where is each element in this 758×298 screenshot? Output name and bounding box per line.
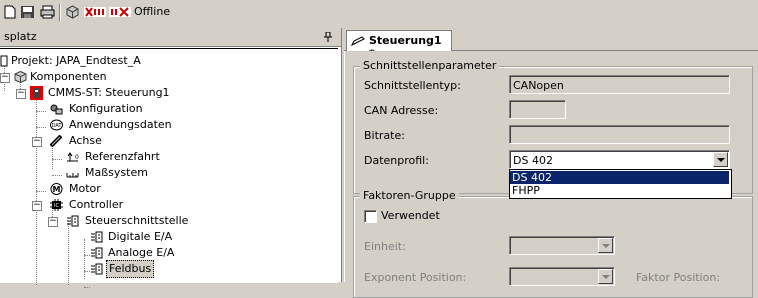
- tree-item-label: Controller: [69, 198, 124, 211]
- measurement-icon: [66, 173, 79, 178]
- tree-item-label: Anwendungsdaten: [69, 118, 172, 131]
- network-offline-icon[interactable]: [109, 5, 131, 19]
- project-icon: [0, 55, 8, 67]
- chevron-down-icon: [602, 275, 610, 279]
- cube-icon: [14, 71, 27, 83]
- tree-item-label: Projekt: JAPA_Endtest_A: [11, 54, 141, 67]
- interface-icon: [91, 231, 103, 243]
- group-title: Faktoren-Gruppe: [360, 189, 459, 202]
- tree-item-achse[interactable]: − Achse: [0, 133, 300, 149]
- tree-item-referenzfahrt[interactable]: 0 Referenzfahrt: [0, 149, 300, 165]
- faktor-position-label: Faktor Position:: [636, 271, 721, 284]
- tree-item-label-selected: Feldbus: [106, 260, 155, 278]
- editor-body: Schnittstellenparameter Schnittstellenty…: [344, 51, 758, 298]
- tree-item-label: Maßsystem: [85, 166, 148, 179]
- can-adresse-field: [509, 100, 566, 119]
- tree-item-cmms[interactable]: − CMMS-ST: Steuerung1: [0, 85, 300, 101]
- tree-item-label: Referenzfahrt: [85, 150, 160, 163]
- exponent-position-label: Exponent Position:: [364, 271, 467, 284]
- offline-label[interactable]: Offline: [134, 5, 170, 18]
- project-tree-panel: splatz Projekt: JAPA_Endtest_A − Kompone…: [0, 28, 342, 288]
- svg-text:0: 0: [75, 154, 79, 161]
- panel-header: splatz: [0, 28, 341, 47]
- verwendet-label[interactable]: Verwendet: [381, 209, 440, 222]
- svg-text:IC: IC: [54, 203, 59, 209]
- tab-steuerung1[interactable]: Steuerung1 *: [346, 30, 452, 60]
- tree-item-label: Konfiguration: [69, 102, 143, 115]
- dropdown-button: [598, 238, 613, 253]
- motor-icon: M: [50, 183, 63, 195]
- collapse-icon[interactable]: −: [32, 201, 42, 211]
- schnittstellentyp-value: CANopen: [513, 79, 564, 92]
- tree-item-label: Achse: [69, 134, 102, 147]
- collapse-icon[interactable]: −: [0, 73, 10, 83]
- interface-icon: [67, 215, 79, 227]
- tree-item-label: Analoge E/A: [108, 246, 175, 259]
- tree-item-komponenten[interactable]: − Komponenten: [0, 69, 300, 85]
- tree-item-motor[interactable]: M Motor: [0, 181, 300, 197]
- tree-item-label: Komponenten: [30, 70, 107, 83]
- datenprofil-label: Datenprofil:: [364, 154, 429, 167]
- tree-item-konfiguration[interactable]: Konfiguration: [0, 101, 300, 117]
- interface-icon: [91, 263, 103, 275]
- dropdown-option-fhpp[interactable]: FHPP: [510, 184, 729, 197]
- chip-icon: IC: [50, 199, 63, 211]
- panel-title: splatz: [4, 30, 37, 43]
- tree-item-project[interactable]: Projekt: JAPA_Endtest_A: [0, 53, 300, 69]
- tree-item-analoge-ea[interactable]: Analoge E/A: [0, 245, 300, 261]
- datenprofil-value: DS 402: [513, 154, 553, 167]
- homing-icon: 0: [67, 152, 79, 162]
- collapse-icon[interactable]: −: [16, 89, 26, 99]
- tree-item-masssystem[interactable]: Maßsystem: [0, 165, 300, 181]
- configuration-icon: [50, 104, 63, 115]
- chevron-down-icon: [717, 158, 725, 162]
- print-icon[interactable]: [40, 5, 55, 19]
- tree-item-steuerschnittstelle[interactable]: − Steuerschnittstelle: [0, 213, 300, 229]
- tree-item-label: CMMS-ST: Steuerung1: [48, 86, 170, 99]
- tree-item-controller[interactable]: − IC Controller: [0, 197, 300, 213]
- exponent-position-select: [509, 267, 615, 286]
- collapse-icon[interactable]: −: [48, 217, 58, 227]
- controller-device-icon: [30, 86, 43, 100]
- group-title: Schnittstellenparameter: [360, 59, 500, 72]
- tree-item-label: Motor: [69, 182, 101, 195]
- tab-strip: Steuerung1 *: [344, 28, 758, 60]
- cube-icon[interactable]: [65, 5, 80, 19]
- bitrate-label: Bitrate:: [364, 129, 405, 142]
- bitrate-field: [509, 125, 730, 144]
- tree-item-anwendungsdaten[interactable]: DAT Anwendungsdaten: [0, 117, 300, 133]
- schnittstellentyp-label: Schnittstellentyp:: [364, 79, 461, 92]
- einheit-select: [509, 236, 615, 255]
- schnittstellentyp-field: CANopen: [509, 75, 730, 94]
- chevron-down-icon: [602, 244, 610, 248]
- can-adresse-label: CAN Adresse:: [364, 104, 439, 117]
- svg-text:DAT: DAT: [52, 123, 63, 129]
- dropdown-option-ds402[interactable]: DS 402: [510, 171, 729, 184]
- verwendet-checkbox[interactable]: [364, 210, 377, 223]
- tree-view: Projekt: JAPA_Endtest_A − Komponenten − …: [0, 48, 338, 288]
- axis-icon: [50, 135, 63, 147]
- tree-item-feldbus[interactable]: Feldbus: [0, 260, 300, 278]
- einheit-label: Einheit:: [364, 240, 406, 253]
- pin-icon[interactable]: [324, 32, 332, 42]
- interface-icon: [91, 247, 103, 259]
- datenprofil-options-list: DS 402 FHPP: [509, 169, 732, 199]
- tree-item-digitale-ea[interactable]: Digitale E/A: [0, 229, 300, 245]
- data-icon: DAT: [50, 119, 63, 131]
- network-online-icon[interactable]: [84, 5, 106, 19]
- pencil-icon: [351, 36, 365, 46]
- editor-panel: Steuerung1 * Schnittstellenparameter Sch…: [344, 28, 758, 298]
- svg-text:M: M: [53, 185, 61, 194]
- dropdown-button[interactable]: [713, 152, 728, 167]
- disk-icon[interactable]: [20, 5, 35, 19]
- datenprofil-select[interactable]: DS 402: [509, 150, 730, 169]
- page-icon[interactable]: [2, 5, 17, 19]
- toolbar: Offline: [0, 0, 758, 26]
- collapse-icon[interactable]: −: [32, 137, 42, 147]
- tree-item-label: Steuerschnittstelle: [85, 214, 189, 227]
- tree-item-label: Digitale E/A: [108, 230, 173, 243]
